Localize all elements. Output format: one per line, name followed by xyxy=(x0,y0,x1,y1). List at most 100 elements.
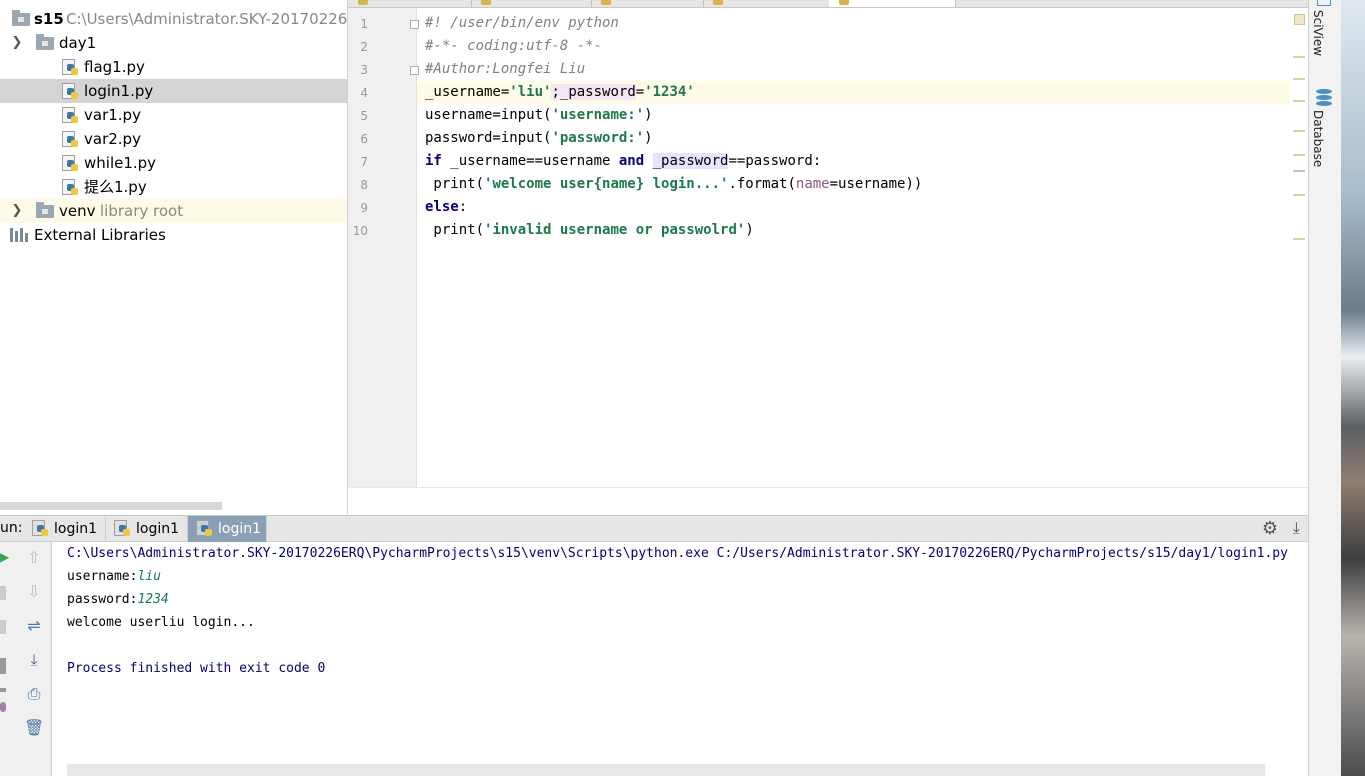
stop-icon[interactable] xyxy=(0,586,6,600)
editor-horizontal-scrollbar[interactable] xyxy=(348,487,1308,515)
line-number: 2 xyxy=(360,40,368,54)
desktop-wallpaper-strip xyxy=(1341,0,1365,776)
python-file-icon xyxy=(62,83,79,100)
editor-tab-active[interactable] xyxy=(829,0,956,7)
console-output-line: welcome userliu login... xyxy=(67,615,255,630)
folder-icon xyxy=(36,34,54,50)
console-command-line: C:\Users\Administrator.SKY-20170226ERQ\P… xyxy=(67,546,1288,561)
hide-panel-icon[interactable]: ⤓ xyxy=(1293,518,1300,538)
code-line-5: username=input('username:') xyxy=(425,107,653,123)
database-tab[interactable]: Database xyxy=(1311,110,1325,167)
settings-icon[interactable] xyxy=(0,688,6,692)
python-run-icon xyxy=(32,520,49,537)
python-run-icon xyxy=(196,520,213,537)
sciview-tab[interactable]: SciView xyxy=(1311,10,1325,56)
inspection-status-icon[interactable] xyxy=(1294,14,1305,25)
right-tool-strip: SciView Database xyxy=(1308,0,1341,776)
editor-tab[interactable] xyxy=(591,0,704,7)
editor-tab[interactable] xyxy=(703,0,830,7)
editor-tab[interactable] xyxy=(348,0,472,7)
trash-icon[interactable]: 🗑 xyxy=(24,718,44,738)
code-line-3: #Author:Longfei Liu xyxy=(425,61,586,77)
line-number: 1 xyxy=(360,17,368,31)
library-icon xyxy=(10,228,30,242)
soft-wrap-icon[interactable]: ⇌ xyxy=(24,616,44,636)
scroll-to-end-icon[interactable]: ⤓ xyxy=(24,650,44,670)
line-number-gutter: 1 2 3 4 5 6 7 8 9 10 xyxy=(348,8,419,487)
code-line-10: print('invalid username or passwolrd') xyxy=(425,222,754,238)
stripe-mark[interactable] xyxy=(1293,170,1305,172)
dump-icon[interactable] xyxy=(0,658,6,674)
tree-root-s15[interactable]: s15 C:\Users\Administrator.SKY-20170226E xyxy=(0,7,347,31)
run-toolbar: ⇧ ⇩ ⇌ ⤓ ⎙ 🗑 xyxy=(16,542,52,776)
error-stripe[interactable] xyxy=(1290,8,1308,488)
database-icon[interactable] xyxy=(1316,89,1332,106)
console-line: password:1234 xyxy=(67,592,169,607)
gear-icon[interactable]: ⚙ xyxy=(1262,518,1278,539)
code-editor[interactable]: 1 2 3 4 5 6 7 8 9 10 #! /user/bin/env py… xyxy=(348,0,1308,515)
sciview-icon[interactable] xyxy=(1317,0,1331,6)
stripe-mark[interactable] xyxy=(1293,100,1305,102)
python-file-icon xyxy=(62,107,79,124)
library-root-note: library root xyxy=(100,202,184,220)
python-file-icon xyxy=(62,155,79,172)
tree-file-flag1[interactable]: flag1.py xyxy=(0,55,347,79)
tree-file-var2[interactable]: var2.py xyxy=(0,127,347,151)
stripe-mark[interactable] xyxy=(1293,154,1305,156)
python-file-icon xyxy=(839,0,849,5)
tree-folder-venv[interactable]: ❯ venv library root xyxy=(0,199,347,223)
tree-item-label: while1.py xyxy=(84,154,157,172)
stripe-mark[interactable] xyxy=(1293,130,1305,132)
code-line-7: if _username==username and _password==pa… xyxy=(425,153,822,169)
python-file-icon xyxy=(62,59,79,76)
line-number: 9 xyxy=(360,201,368,215)
line-number: 5 xyxy=(360,109,368,123)
stripe-mark[interactable] xyxy=(1293,238,1305,240)
tree-file-login1[interactable]: login1.py xyxy=(0,79,347,103)
code-line-6: password=input('password:') xyxy=(425,130,653,146)
folder-icon xyxy=(36,202,54,218)
tree-file-var1[interactable]: var1.py xyxy=(0,103,347,127)
rerun-icon[interactable]: ▶ xyxy=(0,550,9,564)
tree-external-libraries[interactable]: External Libraries xyxy=(0,223,347,247)
console-horizontal-scrollbar[interactable] xyxy=(67,764,1265,776)
down-arrow-icon[interactable]: ⇩ xyxy=(24,582,44,602)
python-file-icon xyxy=(713,0,723,5)
pause-icon[interactable] xyxy=(0,620,6,634)
project-tree-panel: s15 C:\Users\Administrator.SKY-20170226E… xyxy=(0,0,348,514)
code-line-8: print('welcome user{name} login...'.form… xyxy=(425,176,923,192)
tree-folder-day1[interactable]: ❯ day1 xyxy=(0,31,347,55)
stripe-mark[interactable] xyxy=(1293,78,1305,80)
project-horizontal-scrollbar[interactable] xyxy=(0,502,222,510)
print-icon[interactable]: ⎙ xyxy=(24,684,44,704)
run-console-output[interactable]: C:\Users\Administrator.SKY-20170226ERQ\P… xyxy=(52,542,1308,776)
up-arrow-icon[interactable]: ⇧ xyxy=(24,548,44,568)
line-number: 6 xyxy=(360,132,368,146)
tree-item-label: 提么1.py xyxy=(84,178,147,196)
stripe-mark[interactable] xyxy=(1293,56,1305,58)
console-exit-line: Process finished with exit code 0 xyxy=(67,661,326,676)
run-left-strip: ▶ xyxy=(0,542,17,776)
pin-icon[interactable] xyxy=(0,702,6,712)
tree-item-label: External Libraries xyxy=(34,226,166,244)
chevron-down-icon[interactable]: ❯ xyxy=(10,31,24,55)
tree-item-label: venv xyxy=(59,202,96,220)
run-tab[interactable]: login1 xyxy=(106,516,188,542)
code-line-1: #! /user/bin/env python xyxy=(425,15,619,31)
code-line-9: else: xyxy=(425,199,468,215)
tree-file-chinese[interactable]: 提么1.py xyxy=(0,175,347,199)
chevron-right-icon[interactable]: ❯ xyxy=(10,199,24,223)
line-number: 3 xyxy=(360,63,368,77)
tree-item-label: flag1.py xyxy=(84,58,145,76)
run-tab[interactable]: login1 xyxy=(24,516,106,542)
line-number: 7 xyxy=(360,155,368,169)
folder-icon xyxy=(12,10,30,26)
editor-tab[interactable] xyxy=(471,0,592,7)
tree-item-label: var1.py xyxy=(84,106,141,124)
root-path: C:\Users\Administrator.SKY-20170226E xyxy=(66,10,348,28)
python-run-icon xyxy=(114,520,131,537)
tree-file-while1[interactable]: while1.py xyxy=(0,151,347,175)
run-tab-active[interactable]: login1 xyxy=(188,516,267,542)
code-line-4: _username='liu';_password='1234' xyxy=(417,81,1296,104)
stripe-mark[interactable] xyxy=(1293,194,1305,196)
